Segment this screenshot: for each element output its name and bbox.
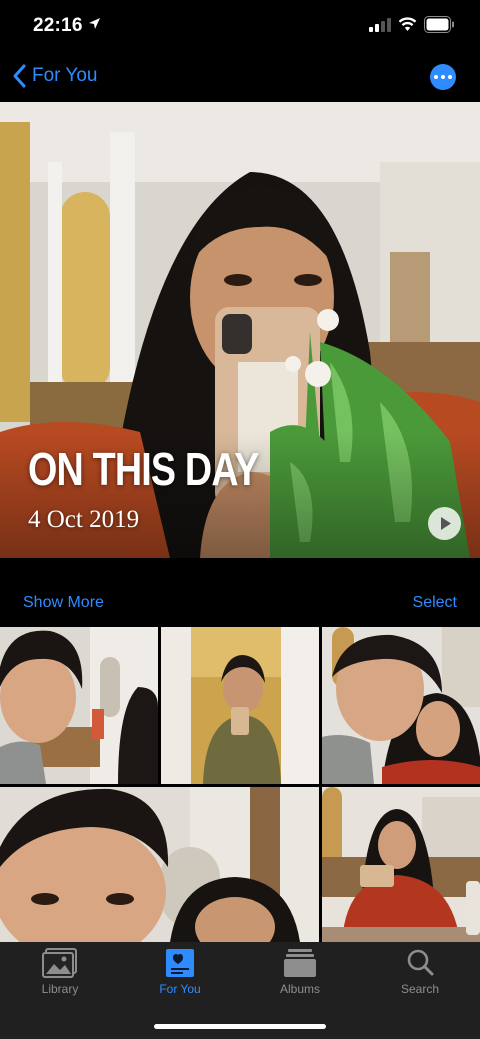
battery-icon: [424, 16, 454, 33]
photo-library-icon: [42, 948, 77, 978]
chevron-left-icon: [13, 64, 26, 88]
tab-search[interactable]: Search: [360, 948, 480, 1008]
ellipsis-icon: [434, 75, 438, 79]
photo-thumbnail[interactable]: [322, 627, 480, 784]
location-arrow-icon: [89, 18, 100, 29]
back-button[interactable]: For You: [12, 62, 98, 90]
memory-actions-bar: Show More Select: [0, 558, 480, 626]
photo-thumbnail[interactable]: [322, 787, 480, 942]
for-you-icon: [166, 949, 194, 977]
home-indicator[interactable]: [154, 1024, 326, 1029]
photo-thumbnail[interactable]: [161, 627, 319, 784]
tab-label: For You: [159, 982, 201, 996]
play-memory-button[interactable]: [428, 507, 461, 540]
nav-bar: For You: [0, 50, 480, 102]
back-label: For You: [32, 65, 98, 86]
photo-thumbnail[interactable]: [0, 787, 319, 942]
tab-label: Albums: [279, 982, 320, 996]
play-icon: [441, 517, 451, 530]
albums-icon: [284, 949, 316, 977]
tab-label: Library: [41, 982, 79, 996]
tab-for-you[interactable]: For You: [120, 948, 240, 1008]
tab-albums[interactable]: Albums: [240, 948, 360, 1008]
search-icon: [407, 949, 434, 976]
memory-title: ON THIS DAY: [28, 443, 259, 495]
select-button[interactable]: Select: [413, 594, 457, 612]
cellular-signal-icon: [369, 18, 391, 32]
tab-library[interactable]: Library: [0, 948, 120, 1008]
status-bar: 22:16: [0, 0, 480, 50]
show-more-button[interactable]: Show More: [23, 594, 104, 612]
memory-date: 4 Oct 2019: [28, 506, 140, 533]
more-options-button[interactable]: [430, 64, 456, 90]
tab-label: Search: [400, 982, 440, 996]
status-time: 22:16: [33, 15, 83, 36]
photo-thumbnail[interactable]: [0, 627, 158, 784]
wifi-icon: [398, 17, 417, 31]
